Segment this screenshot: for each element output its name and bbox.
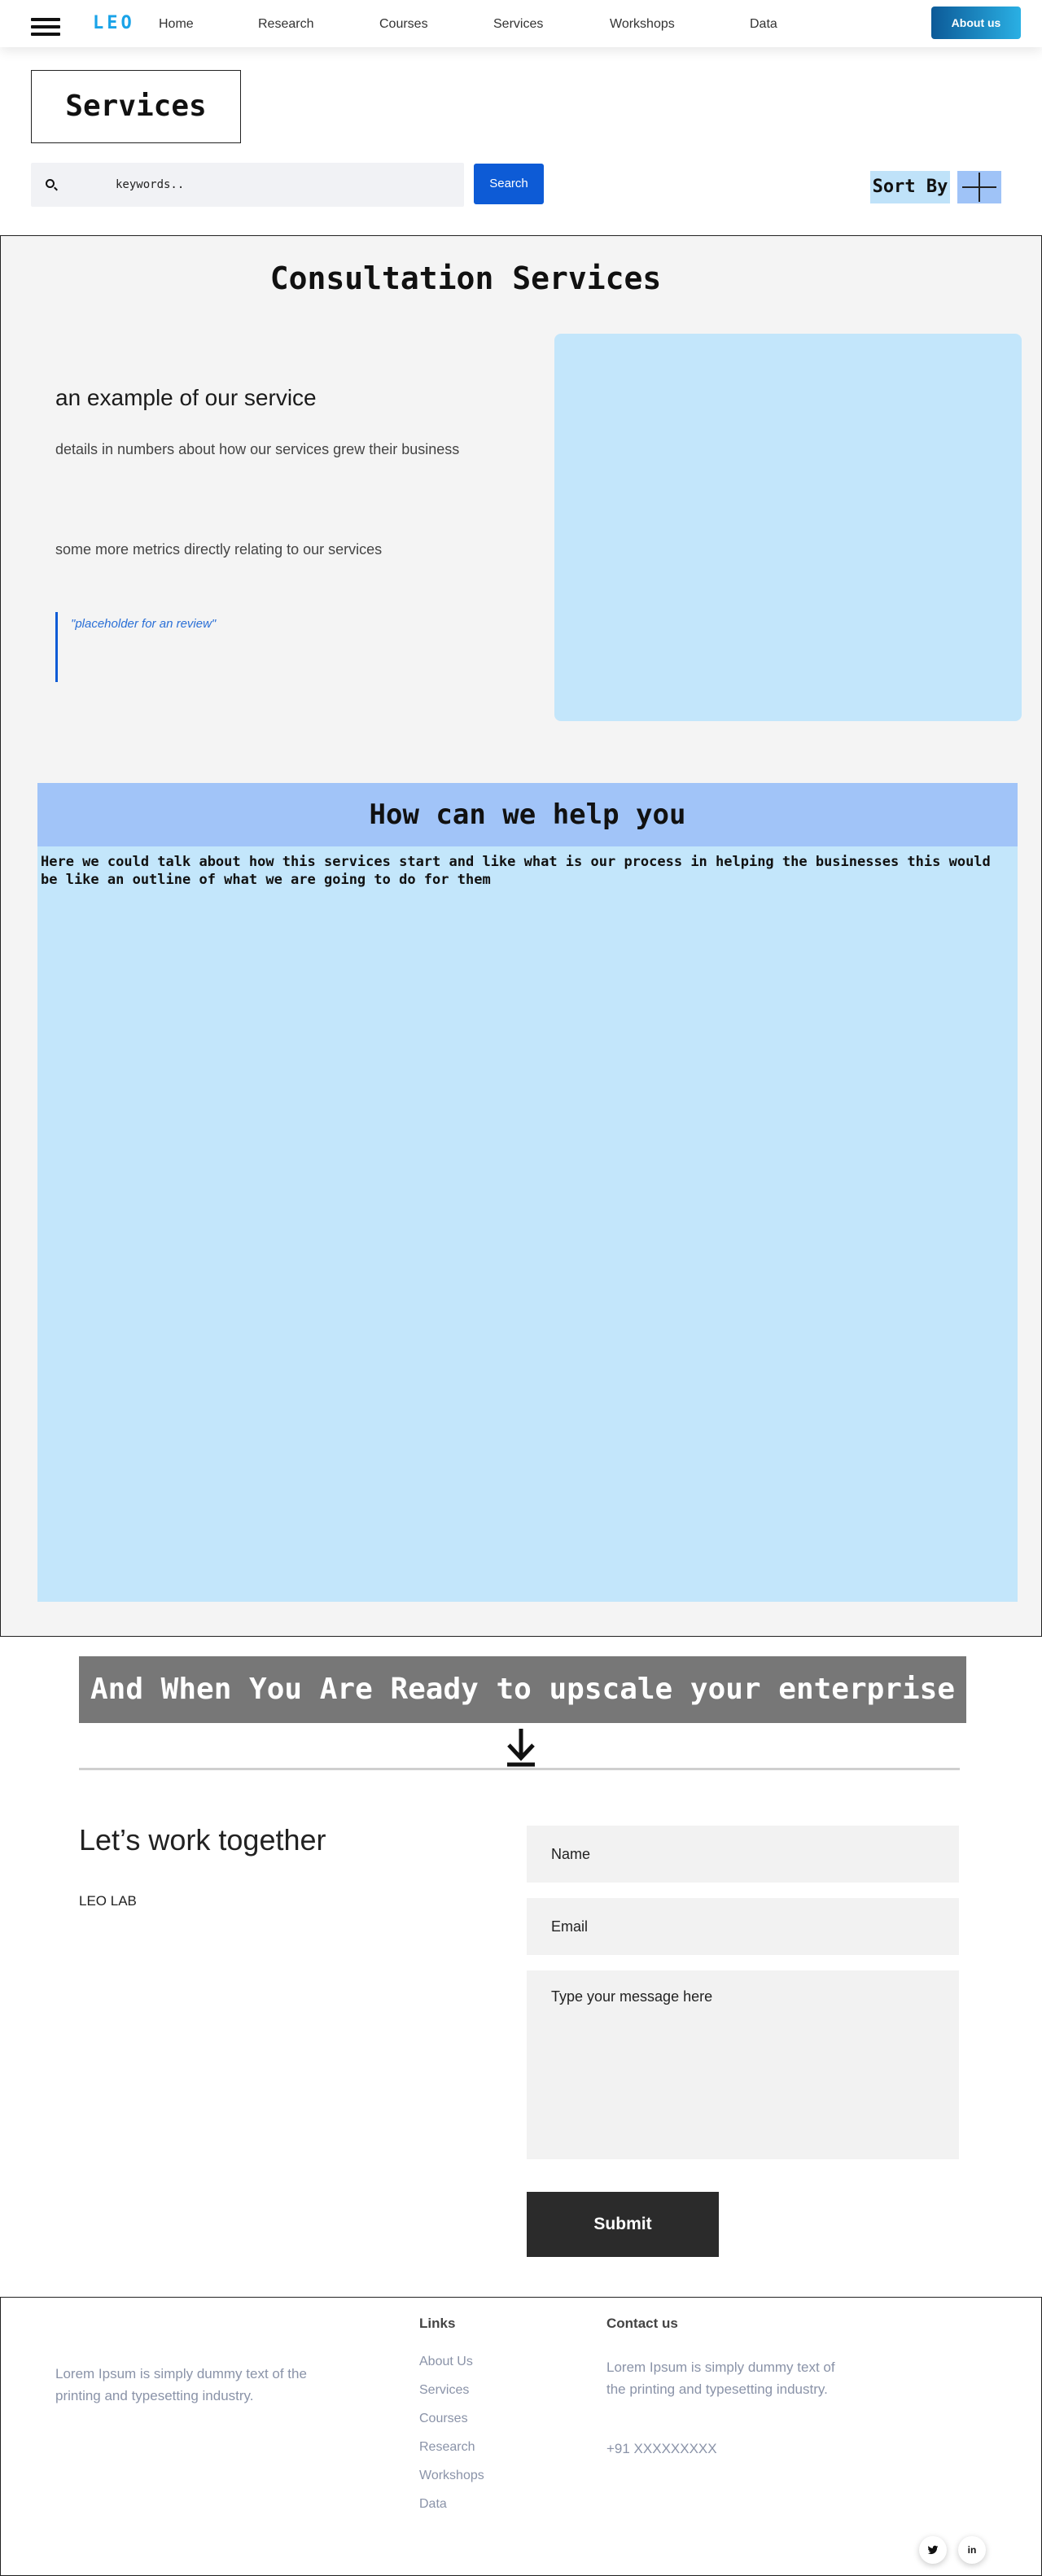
footer: Lorem Ipsum is simply dummy text of the … <box>0 2297 1042 2576</box>
example-title: an example of our service <box>55 385 317 410</box>
review-quote: "placeholder for an review" <box>55 612 300 682</box>
twitter-icon[interactable] <box>919 2536 947 2564</box>
footer-link-research[interactable]: Research <box>419 2440 475 2455</box>
footer-contact-title: Contact us <box>606 2316 678 2331</box>
metrics-detail-secondary: some more metrics directly relating to o… <box>55 541 383 558</box>
contact-title: Let’s work together <box>79 1823 326 1857</box>
hamburger-icon[interactable] <box>31 18 60 36</box>
footer-contact-text: Lorem Ipsum is simply dummy text of the … <box>606 2360 835 2397</box>
footer-phone: +91 XXXXXXXXX <box>606 2441 717 2456</box>
arrow-down-icon <box>507 1729 535 1767</box>
submit-button[interactable]: Submit <box>527 2192 719 2257</box>
org-name: LEO LAB <box>79 1893 137 1909</box>
plus-icon[interactable] <box>957 171 1001 203</box>
footer-link-courses[interactable]: Courses <box>419 2412 468 2426</box>
search-bar <box>31 163 464 207</box>
footer-link-workshops[interactable]: Workshops <box>419 2469 484 2483</box>
help-title: How can we help you <box>37 783 1018 846</box>
section-title: Consultation Services <box>269 260 662 296</box>
message-field[interactable] <box>527 1970 959 2159</box>
footer-links-title: Links <box>419 2316 456 2331</box>
consultation-section: Consultation Services an example of our … <box>0 235 1042 1637</box>
search-input[interactable] <box>116 174 441 195</box>
nav-link-courses[interactable]: Courses <box>379 17 428 32</box>
logo[interactable]: LEO <box>93 13 135 33</box>
footer-link-about[interactable]: About Us <box>419 2355 473 2369</box>
page-title: Services <box>31 70 241 143</box>
footer-about-text: Lorem Ipsum is simply dummy text of the … <box>55 2366 307 2403</box>
email-field[interactable] <box>527 1898 959 1955</box>
help-panel: How can we help you Here we could talk a… <box>37 783 1018 1602</box>
nav-link-services[interactable]: Services <box>493 17 543 32</box>
nav-link-research[interactable]: Research <box>258 17 313 32</box>
linkedin-icon[interactable]: in <box>958 2536 986 2564</box>
divider <box>79 1768 960 1770</box>
footer-link-data[interactable]: Data <box>419 2497 447 2512</box>
sort-by-label: Sort By <box>870 171 950 203</box>
metrics-detail: details in numbers about how our service… <box>55 441 460 457</box>
about-us-button[interactable]: About us <box>931 7 1021 39</box>
search-button[interactable]: Search <box>474 164 544 204</box>
footer-link-services[interactable]: Services <box>419 2383 469 2398</box>
upscale-banner: And When You Are Ready to upscale your e… <box>79 1656 966 1723</box>
media-placeholder <box>554 334 1022 721</box>
top-navbar: LEO Home Research Courses Services Works… <box>0 0 1042 47</box>
name-field[interactable] <box>527 1826 959 1883</box>
nav-link-home[interactable]: Home <box>159 17 194 32</box>
help-description: Here we could talk about how this servic… <box>41 854 991 888</box>
nav-link-workshops[interactable]: Workshops <box>610 17 675 32</box>
search-icon <box>46 179 55 188</box>
nav-link-data[interactable]: Data <box>750 17 777 32</box>
